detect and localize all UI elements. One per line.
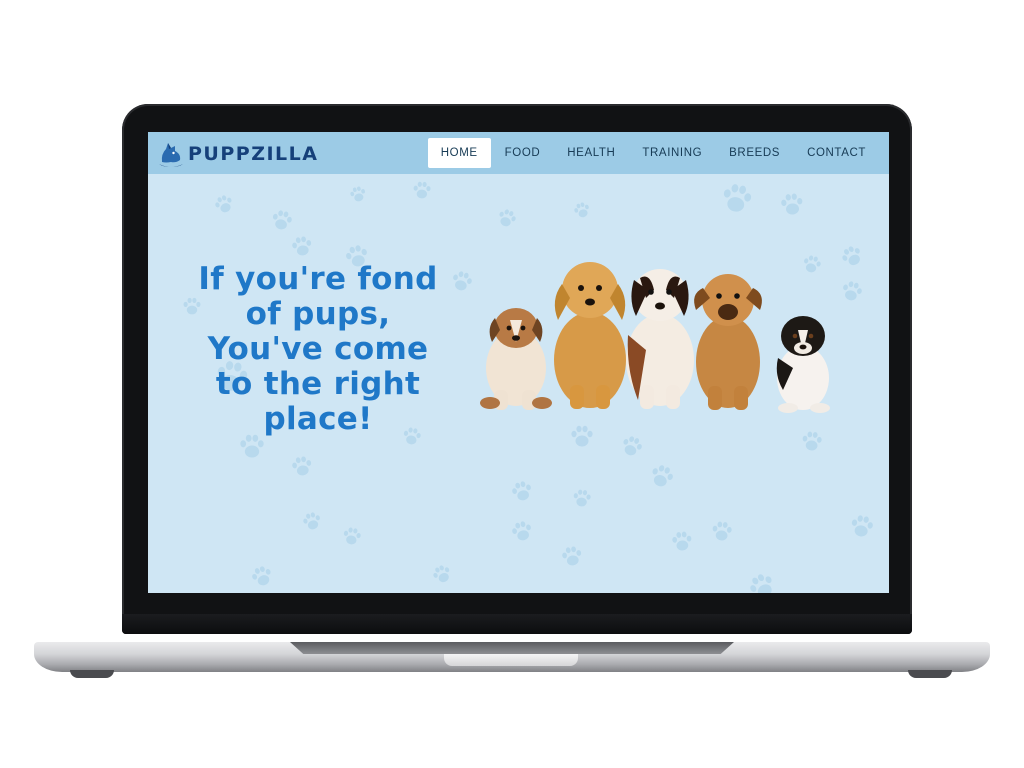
puppy-5 <box>776 316 830 413</box>
paw-print-icon <box>246 560 278 592</box>
paw-print-icon <box>287 451 316 480</box>
paw-print-icon <box>644 458 680 494</box>
paw-print-icon <box>507 516 538 547</box>
laptop-foot-right <box>908 670 952 678</box>
laptop-notch <box>444 654 578 666</box>
laptop-foot-left <box>70 670 114 678</box>
paw-print-icon <box>570 486 595 511</box>
paw-print-icon <box>410 178 433 201</box>
paw-print-icon <box>846 510 878 542</box>
puppy-3 <box>626 269 694 409</box>
headline-line: If you're fond <box>198 261 438 297</box>
paw-print-icon <box>209 189 238 218</box>
paw-print-icon <box>493 204 522 233</box>
paw-print-icon <box>287 231 316 260</box>
puppy-4 <box>694 274 762 410</box>
navbar: PUPPZILLA HOME FOOD HEALTH TRAINING BREE… <box>148 132 889 174</box>
laptop-hinge <box>290 642 734 654</box>
paw-print-icon <box>777 189 808 220</box>
paw-print-icon <box>616 430 648 462</box>
puppy-1 <box>480 308 552 410</box>
website-screen: PUPPZILLA HOME FOOD HEALTH TRAINING BREE… <box>148 132 889 593</box>
paw-print-icon <box>507 476 538 507</box>
paw-print-icon <box>668 527 695 554</box>
paw-print-icon <box>267 205 297 235</box>
puppy-2 <box>554 262 626 409</box>
nav-food[interactable]: FOOD <box>492 138 554 168</box>
brand-name: PUPPZILLA <box>188 143 319 165</box>
paw-print-icon <box>568 422 596 450</box>
dog-head-logo-icon <box>159 143 183 167</box>
paw-print-icon <box>716 177 759 220</box>
nav-contact[interactable]: CONTACT <box>794 138 879 168</box>
nav-health[interactable]: HEALTH <box>554 138 628 168</box>
main-nav: HOME FOOD HEALTH TRAINING BREEDS CONTACT <box>427 138 879 168</box>
paw-print-icon <box>339 523 365 549</box>
brand-logo[interactable]: PUPPZILLA <box>156 140 318 168</box>
headline-line: place! <box>263 401 373 437</box>
paw-print-icon <box>741 565 783 593</box>
headline-line: of pups, <box>245 296 391 332</box>
nav-home[interactable]: HOME <box>427 138 491 168</box>
paw-print-icon <box>557 541 586 570</box>
paw-print-icon <box>298 507 325 534</box>
headline-line: You've come <box>207 331 429 367</box>
paw-print-icon <box>346 182 370 206</box>
headline-line: to the right <box>215 366 421 402</box>
paw-print-icon <box>708 517 735 544</box>
puppies-image <box>480 262 830 413</box>
paw-print-icon <box>798 427 825 454</box>
nav-training[interactable]: TRAINING <box>629 138 715 168</box>
paw-print-icon <box>570 198 595 223</box>
nav-breeds[interactable]: BREEDS <box>716 138 793 168</box>
paw-print-icon <box>427 559 457 589</box>
hero-headline: If you're fond of pups, You've come to t… <box>182 262 454 437</box>
